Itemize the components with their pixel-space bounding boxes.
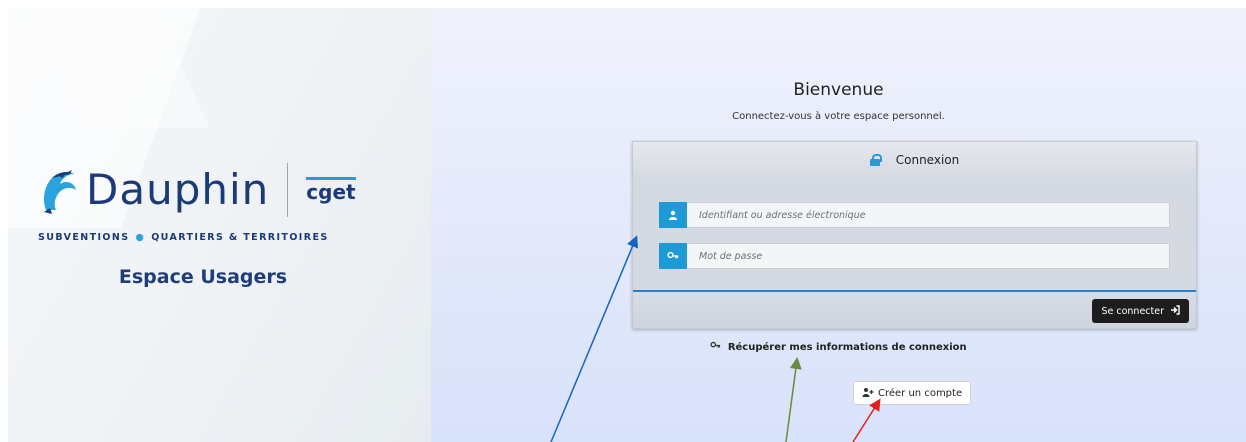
branding-panel: Dauphin cget SUBVENTIONS ● QUARTIERS & TER… (8, 8, 431, 442)
tagline-part-1: SUBVENTIONS (38, 232, 130, 243)
welcome-subtitle: Connectez-vous à votre espace personnel. (732, 111, 945, 122)
lock-icon (869, 154, 882, 166)
recover-credentials-link[interactable]: Récupérer mes informations de connexion (431, 341, 1246, 353)
user-plus-icon (862, 387, 874, 400)
page: Dauphin cget SUBVENTIONS ● QUARTIERS & TER… (8, 8, 1246, 442)
login-button[interactable]: Se connecter (1092, 299, 1189, 323)
key-icon (659, 243, 687, 269)
password-input[interactable] (687, 243, 1170, 269)
username-row (659, 202, 1170, 228)
login-card-footer: Se connecter (633, 290, 1196, 328)
brand-name: Dauphin (86, 165, 270, 214)
user-icon (659, 202, 687, 228)
login-button-label: Se connecter (1101, 305, 1164, 317)
tagline-part-2: QUARTIERS & TERRITOIRES (151, 232, 329, 243)
login-card-header: Connexion (633, 142, 1196, 178)
password-row (659, 243, 1170, 269)
space-title: Espace Usagers (118, 266, 288, 288)
login-card: Connexion Se connecter (632, 141, 1197, 329)
login-panel: Bienvenue Connectez-vous à votre espace … (431, 8, 1246, 442)
welcome-title: Bienvenue (793, 80, 884, 100)
tagline-dot: ● (135, 232, 146, 243)
username-input[interactable] (687, 202, 1170, 228)
sign-in-icon (1170, 304, 1180, 318)
recover-link-label: Récupérer mes informations de connexion (727, 342, 967, 353)
logo-block: Dauphin cget SUBVENTIONS ● QUARTIERS & TER… (38, 158, 368, 288)
key-icon (710, 341, 724, 353)
partner-name: cget (306, 176, 356, 204)
logo-divider (287, 163, 289, 217)
create-account-button[interactable]: Créer un compte (853, 381, 972, 405)
login-card-title: Connexion (895, 153, 960, 167)
dolphin-logo-icon (38, 164, 82, 216)
create-account-label: Créer un compte (878, 387, 963, 399)
tagline: SUBVENTIONS ● QUARTIERS & TERRITOIRES (38, 232, 368, 243)
partner-logo: cget (306, 176, 356, 204)
logo: Dauphin cget (38, 158, 368, 222)
